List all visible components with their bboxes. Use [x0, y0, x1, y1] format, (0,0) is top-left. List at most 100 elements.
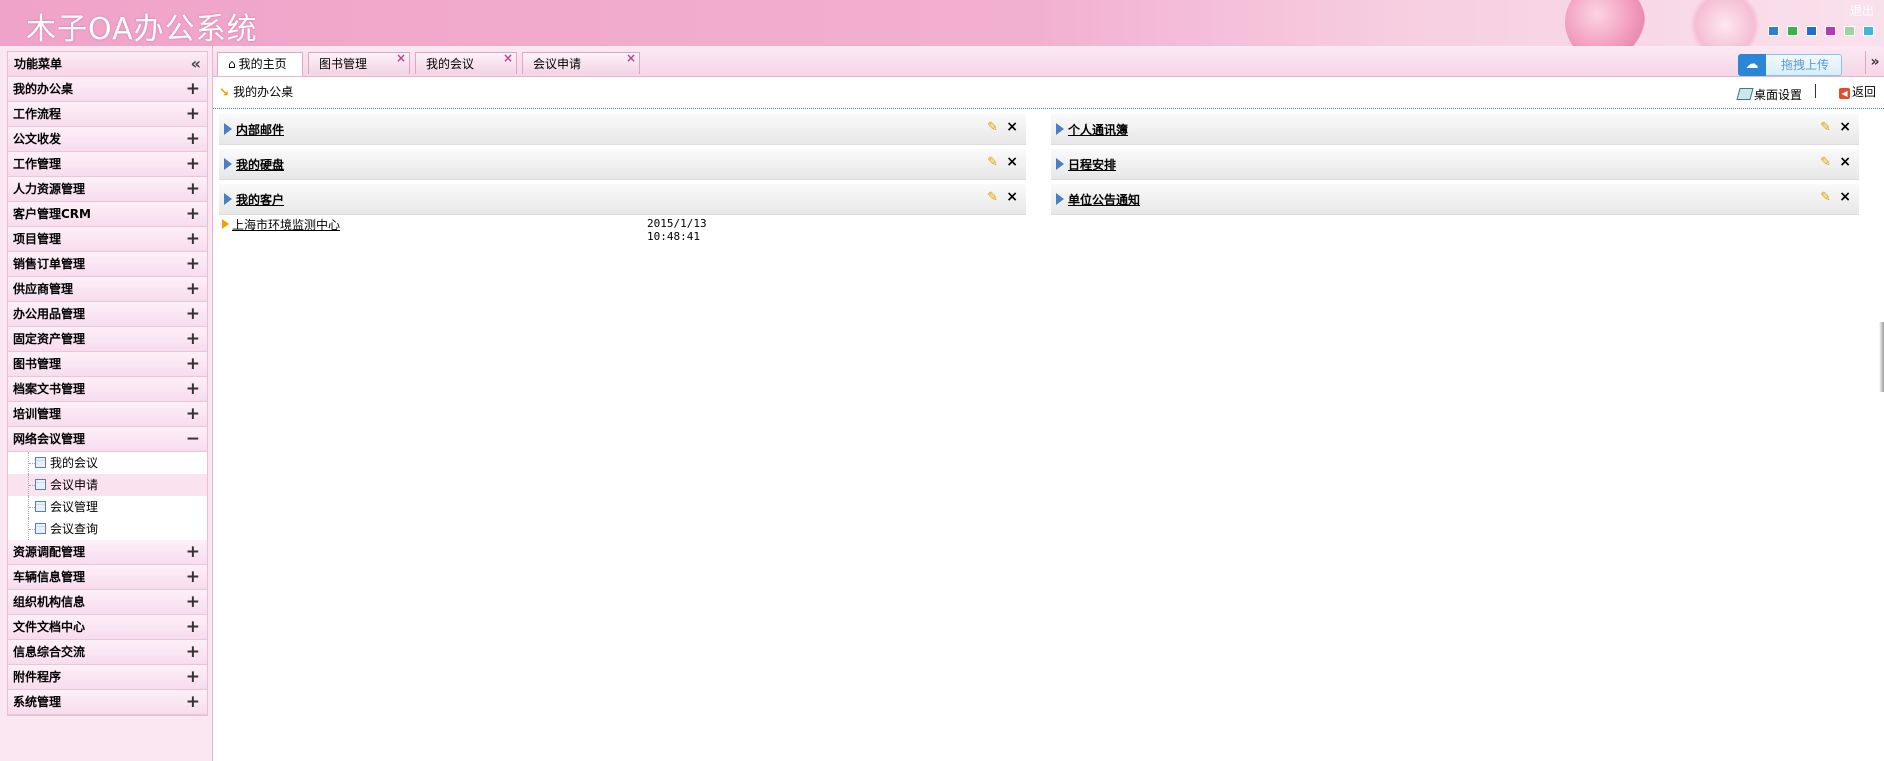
logout-link[interactable]: 退出 — [1850, 2, 1874, 19]
theme-swatch[interactable] — [1787, 26, 1798, 36]
app-title: 木子OA办公系统 — [26, 12, 258, 46]
pencil-icon[interactable]: ✎ — [987, 155, 998, 170]
theme-swatch[interactable] — [1844, 26, 1855, 36]
plus-icon: + — [185, 129, 200, 149]
plus-icon: + — [185, 254, 200, 274]
plus-icon: + — [185, 354, 200, 374]
menu-item[interactable]: 我的办公桌 + — [8, 77, 207, 102]
close-icon[interactable]: × — [1006, 154, 1018, 170]
menu-item[interactable]: 文件文档中心 + — [8, 615, 207, 640]
menu-item[interactable]: 公文收发 + — [8, 127, 207, 152]
panel-title[interactable]: 个人通讯簿 — [1068, 121, 1128, 138]
plus-icon: + — [185, 304, 200, 324]
menu-item[interactable]: 客户管理CRM + — [8, 202, 207, 227]
panel-title[interactable]: 我的客户 — [236, 191, 284, 208]
theme-swatch[interactable] — [1825, 26, 1836, 36]
divider — [1815, 84, 1816, 98]
tab-bar: ⌂ 我的主页 图书管理 × 我的会议 × 会议申请 × ☁ 拖拽上传 » — [213, 46, 1884, 77]
plus-icon: + — [185, 592, 200, 612]
desk-settings-label: 桌面设置 — [1753, 88, 1802, 102]
menu-item[interactable]: 信息综合交流 + — [8, 640, 207, 665]
submenu: 我的会议 会议申请 会议管理 会议查询 — [8, 452, 207, 540]
menu-item[interactable]: 组织机构信息 + — [8, 590, 207, 615]
scroll-edge — [1879, 322, 1884, 392]
close-icon[interactable]: × — [1839, 154, 1851, 170]
pencil-icon[interactable]: ✎ — [1820, 190, 1831, 205]
menu-item[interactable]: 供应商管理 + — [8, 277, 207, 302]
chevron-down-icon[interactable]: » — [1865, 51, 1884, 74]
menu-item-label: 办公用品管理 — [13, 307, 86, 321]
menu-item[interactable]: 培训管理 + — [8, 402, 207, 427]
submenu-item[interactable]: 会议管理 — [8, 496, 207, 518]
expand-triangle-icon[interactable] — [1056, 123, 1064, 135]
plus-icon: + — [185, 642, 200, 662]
close-icon[interactable]: × — [626, 47, 636, 69]
menu-item-label: 培训管理 — [13, 407, 62, 421]
plus-icon: + — [185, 542, 200, 562]
theme-swatch[interactable] — [1768, 26, 1779, 36]
tab-my-meetings[interactable]: 我的会议 × — [415, 51, 517, 74]
menu-item-label: 固定资产管理 — [13, 332, 86, 346]
plus-icon: + — [185, 329, 200, 349]
plus-icon: + — [185, 379, 200, 399]
tab-meeting-apply[interactable]: 会议申请 × — [522, 51, 640, 74]
theme-swatch[interactable] — [1863, 26, 1874, 36]
expand-triangle-icon[interactable] — [224, 193, 232, 205]
plus-icon: + — [185, 79, 200, 99]
client-name-link[interactable]: 上海市环境监测中心 — [232, 216, 340, 233]
close-icon[interactable]: × — [1839, 189, 1851, 205]
menu-item[interactable]: 系统管理 + — [8, 690, 207, 715]
submenu-item[interactable]: 会议查询 — [8, 518, 207, 540]
desk-settings-button[interactable]: 桌面设置 — [1736, 86, 1802, 103]
expand-triangle-icon[interactable] — [1056, 158, 1064, 170]
menu-item-label: 工作管理 — [13, 157, 62, 171]
close-icon[interactable]: × — [1006, 119, 1018, 135]
expand-triangle-icon[interactable] — [224, 158, 232, 170]
tab-home[interactable]: ⌂ 我的主页 — [217, 52, 303, 76]
tab-label: 我的主页 — [238, 57, 287, 71]
panel-title[interactable]: 内部邮件 — [236, 121, 284, 138]
menu-item-label: 附件程序 — [13, 670, 62, 684]
close-icon[interactable]: × — [396, 47, 406, 69]
drag-upload-button[interactable]: ☁ 拖拽上传 — [1738, 54, 1842, 76]
menu-item[interactable]: 附件程序 + — [8, 665, 207, 690]
close-icon[interactable]: × — [1006, 189, 1018, 205]
menu-item[interactable]: 图书管理 + — [8, 352, 207, 377]
pencil-icon[interactable]: ✎ — [987, 190, 998, 205]
expand-triangle-icon[interactable] — [1056, 193, 1064, 205]
menu-item[interactable]: 固定资产管理 + — [8, 327, 207, 352]
expand-triangle-icon[interactable] — [224, 123, 232, 135]
menu-item[interactable]: 工作流程 + — [8, 102, 207, 127]
submenu-item[interactable]: 我的会议 — [8, 452, 207, 474]
pencil-icon[interactable]: ✎ — [1820, 155, 1831, 170]
menu-item-meeting[interactable]: 网络会议管理 − — [8, 427, 207, 452]
tab-label: 会议申请 — [533, 57, 582, 71]
submenu-item[interactable]: 会议申请 — [8, 474, 207, 496]
menu-item[interactable]: 档案文书管理 + — [8, 377, 207, 402]
menu-item-label: 项目管理 — [13, 232, 62, 246]
menu-item[interactable]: 车辆信息管理 + — [8, 565, 207, 590]
panel-title[interactable]: 我的硬盘 — [236, 156, 284, 173]
back-icon: ◀ — [1838, 88, 1850, 99]
menu-item[interactable]: 人力资源管理 + — [8, 177, 207, 202]
menu-item[interactable]: 销售订单管理 + — [8, 252, 207, 277]
panel-title[interactable]: 单位公告通知 — [1068, 191, 1140, 208]
menu-header: 功能菜单 « — [8, 52, 207, 77]
panel-title[interactable]: 日程安排 — [1068, 156, 1116, 173]
menu-item[interactable]: 工作管理 + — [8, 152, 207, 177]
pencil-icon[interactable]: ✎ — [987, 120, 998, 135]
menu-item[interactable]: 资源调配管理 + — [8, 540, 207, 565]
close-icon[interactable]: × — [503, 47, 513, 69]
close-icon[interactable]: × — [1839, 119, 1851, 135]
bullet-triangle-icon — [222, 219, 229, 229]
back-button[interactable]: ◀ 返回 — [1838, 83, 1876, 100]
client-date: 2015/1/13 10:48:41 — [647, 217, 707, 243]
menu-item[interactable]: 项目管理 + — [8, 227, 207, 252]
tab-books[interactable]: 图书管理 × — [308, 51, 410, 74]
double-chevron-left-icon[interactable]: « — [191, 52, 201, 76]
pencil-icon[interactable]: ✎ — [1820, 120, 1831, 135]
minus-icon: − — [185, 429, 200, 449]
plus-icon: + — [185, 229, 200, 249]
menu-item[interactable]: 办公用品管理 + — [8, 302, 207, 327]
theme-swatch[interactable] — [1806, 26, 1817, 36]
